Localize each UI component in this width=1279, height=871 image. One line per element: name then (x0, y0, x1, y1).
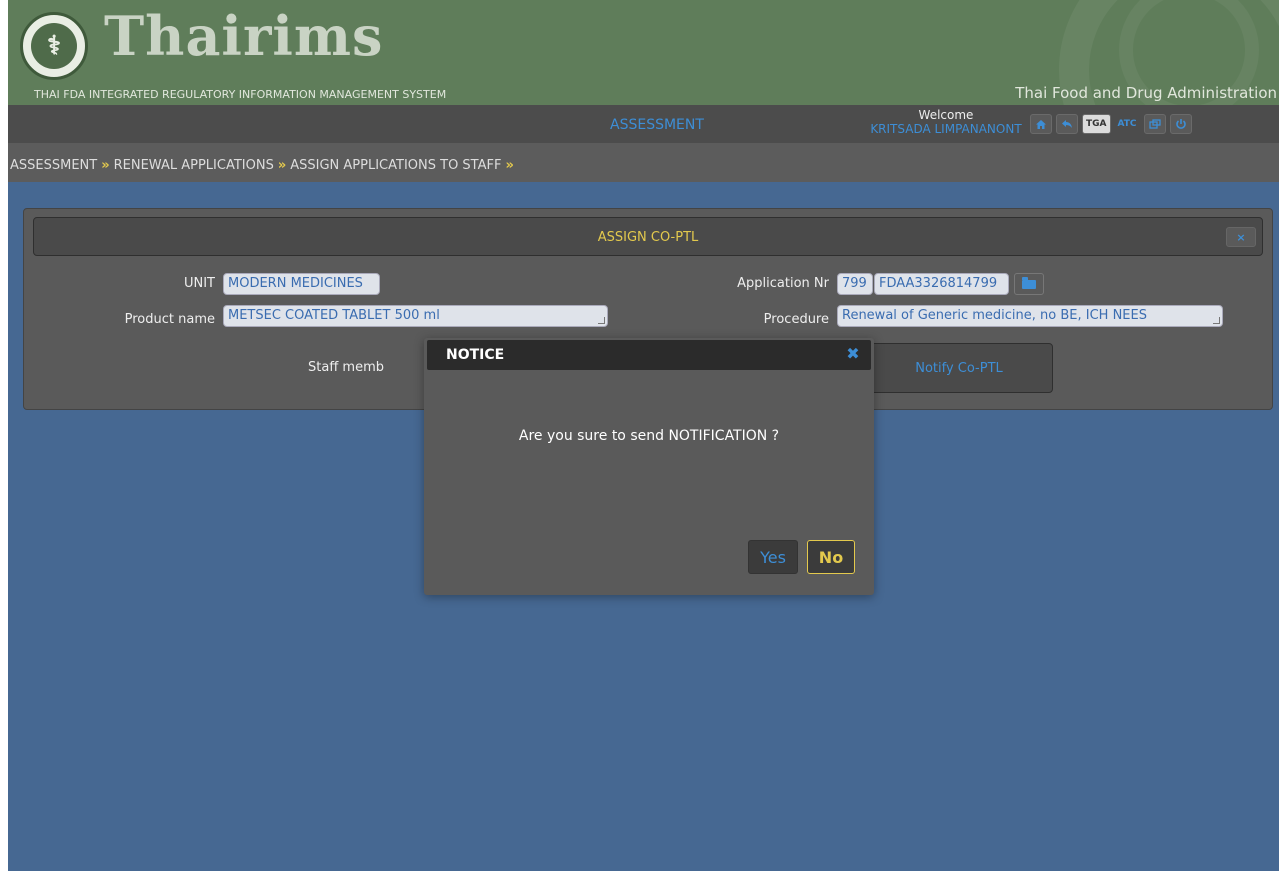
yes-button[interactable]: Yes (748, 540, 798, 574)
breadcrumb-item-assessment[interactable]: ASSESSMENT (10, 158, 97, 173)
welcome-block: Welcome KRITSADA LIMPANANONT (866, 108, 1026, 136)
panel-close-button[interactable]: × (1226, 227, 1256, 247)
folder-open-icon (1022, 276, 1036, 289)
window-icon[interactable] (1143, 114, 1166, 134)
atc-icon[interactable]: ATC (1115, 114, 1140, 134)
breadcrumb-item-assign[interactable]: ASSIGN APPLICATIONS TO STAFF (290, 158, 501, 173)
user-name[interactable]: KRITSADA LIMPANANONT (866, 122, 1026, 136)
home-icon[interactable] (1030, 114, 1052, 134)
procedure-label: Procedure (763, 312, 829, 327)
notice-dialog: NOTICE ✖ Are you sure to send NOTIFICATI… (424, 338, 874, 595)
application-nr-field[interactable]: FDAA3326814799 (874, 273, 1009, 295)
product-name-label: Product name (124, 312, 215, 327)
procedure-field[interactable]: Renewal of Generic medicine, no BE, ICH … (837, 305, 1223, 327)
folder-open-button[interactable] (1014, 273, 1044, 295)
panel-header: ASSIGN CO-PTL × (33, 217, 1263, 256)
product-name-field[interactable]: METSEC COATED TABLET 500 ml (223, 305, 608, 327)
caduceus-icon: ⚕ (31, 23, 77, 69)
module-title[interactable]: ASSESSMENT (610, 117, 704, 133)
breadcrumb-item-renewal[interactable]: RENEWAL APPLICATIONS (114, 158, 274, 173)
power-icon[interactable] (1169, 114, 1192, 134)
dialog-title: NOTICE (446, 347, 505, 363)
brand-title: Thairims (104, 4, 384, 68)
dialog-close-icon[interactable]: ✖ (845, 345, 861, 363)
system-subtitle: THAI FDA INTEGRATED REGULATORY INFORMATI… (34, 88, 447, 101)
breadcrumb-separator: » (277, 158, 287, 173)
panel-title: ASSIGN CO-PTL (597, 230, 699, 245)
notify-co-ptl-button[interactable]: Notify Co-PTL (865, 343, 1053, 393)
welcome-label: Welcome (918, 108, 974, 122)
tga-icon[interactable]: TGA (1082, 114, 1111, 134)
breadcrumb-separator: » (505, 158, 514, 173)
back-arrow-icon[interactable] (1056, 114, 1078, 134)
staff-member-label: Staff memb (308, 360, 384, 375)
unit-label: UNIT (183, 276, 215, 291)
app-frame: ⚕ Thairims THAI FDA INTEGRATED REGULATOR… (8, 0, 1279, 871)
agency-name: Thai Food and Drug Administration (1015, 84, 1277, 102)
nav-icon-group: TGA ATC (1030, 114, 1192, 134)
application-nr-label: Application Nr (737, 276, 829, 291)
header-banner: ⚕ Thairims THAI FDA INTEGRATED REGULATOR… (8, 0, 1279, 105)
top-navbar: ASSESSMENT Welcome KRITSADA LIMPANANONT … (8, 105, 1279, 143)
fda-seal-logo: ⚕ (20, 12, 88, 80)
dialog-header: NOTICE ✖ (427, 340, 871, 370)
application-nr-prefix-field[interactable]: 799 (837, 273, 873, 295)
breadcrumb-separator: » (101, 158, 110, 173)
unit-field[interactable]: MODERN MEDICINES (223, 273, 380, 295)
breadcrumb: ASSESSMENT» RENEWAL APPLICATIONS» ASSIGN A… (8, 143, 1279, 182)
no-button[interactable]: No (807, 540, 855, 574)
dialog-message: Are you sure to send NOTIFICATION ? (518, 428, 780, 444)
